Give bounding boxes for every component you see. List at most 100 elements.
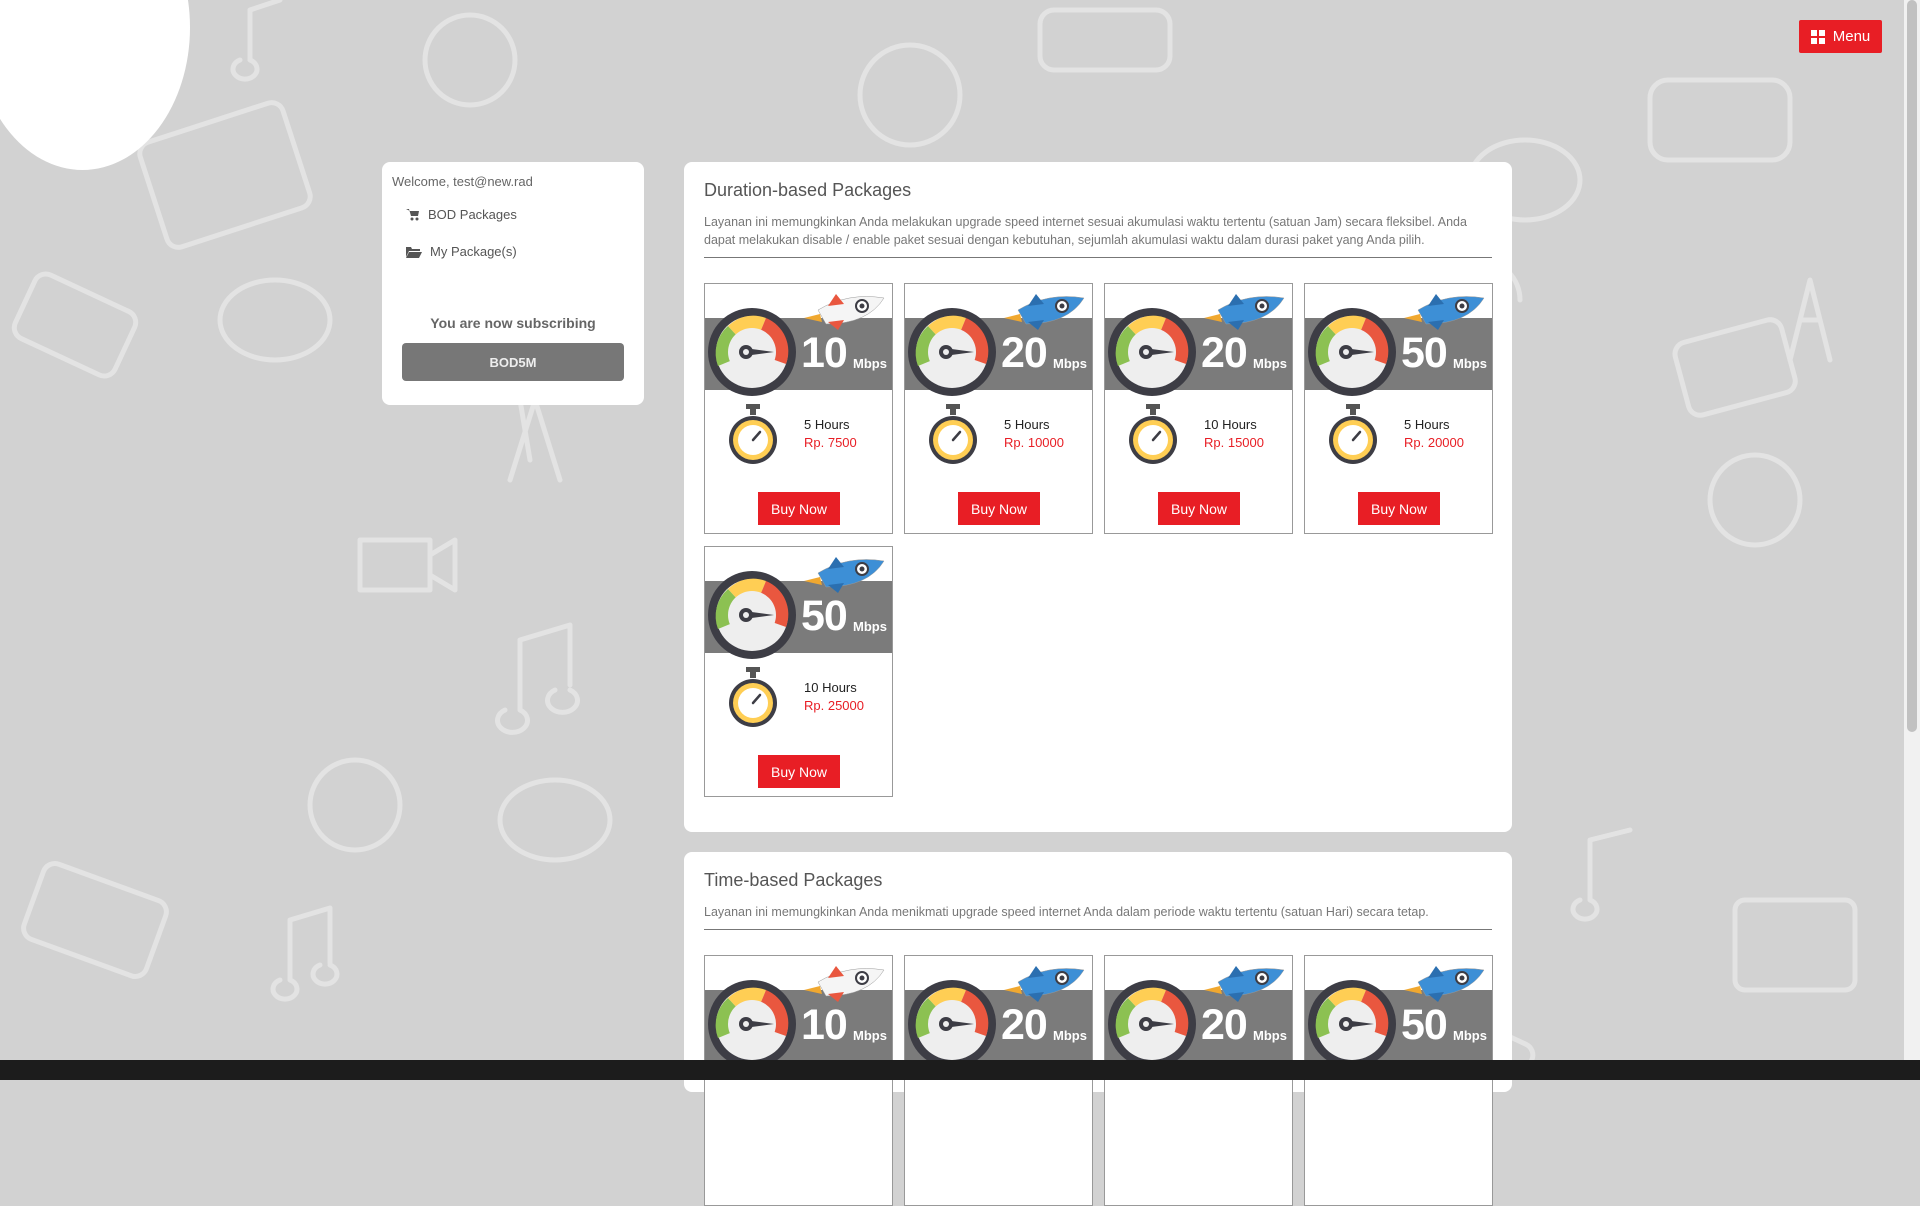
rocket-icon (804, 966, 885, 1002)
speed-value: 20 (1201, 329, 1248, 377)
current-package-button[interactable]: BOD5M (402, 343, 624, 381)
stopwatch-icon (1329, 404, 1377, 464)
speed-unit: Mbps (853, 1028, 887, 1043)
rocket-icon (1404, 966, 1485, 1002)
package-price: Rp. 20000 (1404, 435, 1464, 450)
speed-value: 10 (801, 329, 848, 377)
package-price: Rp. 7500 (804, 435, 857, 450)
sidebar: Welcome, test@new.rad BOD Packages My Pa… (382, 162, 644, 405)
rocket-icon (1004, 294, 1085, 330)
package-card: 10 Mbps (704, 955, 893, 1206)
package-duration: 10 Hours (1204, 417, 1257, 432)
stopwatch-icon (929, 404, 977, 464)
speed-value: 20 (1201, 1001, 1248, 1049)
stopwatch-icon (1129, 404, 1177, 464)
rocket-icon (804, 557, 885, 593)
speed-unit: Mbps (1453, 1028, 1487, 1043)
speed-banner: 50 Mbps (1305, 284, 1492, 396)
section-title: Time-based Packages (704, 870, 883, 890)
speed-value: 50 (1401, 1001, 1448, 1049)
folder-icon (406, 246, 422, 258)
package-card: 20 Mbps 5 Hours Rp. 10000 Buy Now (904, 283, 1093, 534)
rocket-icon (804, 294, 885, 330)
buy-now-button[interactable]: Buy Now (758, 492, 840, 525)
rocket-icon (1404, 294, 1485, 330)
time-packages-panel: Time-based Packages Layanan ini memungki… (684, 852, 1512, 1206)
package-card: 20 Mbps (1104, 955, 1293, 1206)
package-duration: 5 Hours (804, 417, 850, 432)
rocket-icon (1204, 294, 1285, 330)
speed-banner: 50 Mbps (1305, 956, 1492, 1068)
speedometer-icon (708, 308, 796, 396)
package-info: 10 Hours Rp. 15000 (1105, 394, 1292, 468)
package-card: 10 Mbps 5 Hours Rp. 7500 Buy Now (704, 283, 893, 534)
package-duration: 5 Hours (1004, 417, 1050, 432)
speed-unit: Mbps (1453, 356, 1487, 371)
speedometer-icon (908, 308, 996, 396)
package-card: 50 Mbps 10 Hours Rp. 25000 Buy Now (704, 546, 893, 797)
speed-banner: 10 Mbps (705, 956, 892, 1068)
speed-unit: Mbps (853, 619, 887, 634)
rocket-icon (1004, 966, 1085, 1002)
speed-unit: Mbps (1253, 1028, 1287, 1043)
package-duration: 5 Hours (1404, 417, 1450, 432)
buy-now-button[interactable]: Buy Now (1358, 492, 1440, 525)
section-description: Layanan ini memungkinkan Anda melakukan … (704, 215, 1467, 247)
speedometer-icon (908, 980, 996, 1068)
duration-packages-panel: Duration-based Packages Layanan ini memu… (684, 162, 1512, 832)
buy-now-button[interactable]: Buy Now (758, 755, 840, 788)
speed-unit: Mbps (1253, 356, 1287, 371)
sidebar-item-my-packages[interactable]: My Package(s) (406, 244, 634, 259)
speedometer-icon (708, 571, 796, 659)
scrollbar[interactable] (1904, 0, 1920, 1060)
buy-now-button[interactable]: Buy Now (958, 492, 1040, 525)
sidebar-item-label: My Package(s) (430, 244, 517, 259)
package-price: Rp. 10000 (1004, 435, 1064, 450)
speed-banner: 10 Mbps (705, 284, 892, 396)
speed-banner: 50 Mbps (705, 547, 892, 659)
package-card: 20 Mbps (904, 955, 1093, 1206)
speed-unit: Mbps (1053, 356, 1087, 371)
menu-button[interactable]: Menu (1799, 20, 1882, 53)
speed-value: 10 (801, 1001, 848, 1049)
speed-value: 50 (1401, 329, 1448, 377)
package-card: 50 Mbps 5 Hours Rp. 20000 Buy Now (1304, 283, 1493, 534)
menu-label: Menu (1832, 28, 1871, 45)
section-description: Layanan ini memungkinkan Anda menikmati … (704, 905, 1429, 919)
speed-value: 20 (1001, 1001, 1048, 1049)
package-info: 10 Hours Rp. 25000 (705, 657, 892, 731)
divider (704, 929, 1492, 930)
package-info: 5 Hours Rp. 7500 (705, 394, 892, 468)
sidebar-item-label: BOD Packages (428, 207, 517, 222)
stopwatch-icon (729, 404, 777, 464)
buy-now-button[interactable]: Buy Now (1158, 492, 1240, 525)
divider (704, 257, 1492, 258)
speed-banner: 20 Mbps (905, 956, 1092, 1068)
speed-value: 50 (801, 592, 848, 640)
speed-banner: 20 Mbps (1105, 956, 1292, 1068)
package-info: 5 Hours Rp. 20000 (1305, 394, 1492, 468)
package-price: Rp. 25000 (804, 698, 864, 713)
package-card: 20 Mbps 10 Hours Rp. 15000 Buy Now (1104, 283, 1293, 534)
speedometer-icon (1108, 980, 1196, 1068)
subscribing-label: You are now subscribing (430, 315, 596, 331)
speed-banner: 20 Mbps (905, 284, 1092, 396)
speed-unit: Mbps (853, 356, 887, 371)
speedometer-icon (1308, 980, 1396, 1068)
speedometer-icon (1108, 308, 1196, 396)
stopwatch-icon (729, 667, 777, 727)
package-card: 50 Mbps (1304, 955, 1493, 1206)
package-duration: 10 Hours (804, 680, 857, 695)
cart-icon (406, 209, 419, 221)
rocket-icon (1204, 966, 1285, 1002)
package-info: 5 Hours Rp. 10000 (905, 394, 1092, 468)
speedometer-icon (708, 980, 796, 1068)
speed-value: 20 (1001, 329, 1048, 377)
speedometer-icon (1308, 308, 1396, 396)
grid-icon (1810, 29, 1825, 44)
welcome-text: Welcome, test@new.rad (392, 174, 533, 189)
package-price: Rp. 15000 (1204, 435, 1264, 450)
sidebar-item-bod-packages[interactable]: BOD Packages (406, 207, 634, 222)
scrollbar-thumb[interactable] (1907, 0, 1917, 732)
bottom-bar (0, 1060, 1920, 1080)
